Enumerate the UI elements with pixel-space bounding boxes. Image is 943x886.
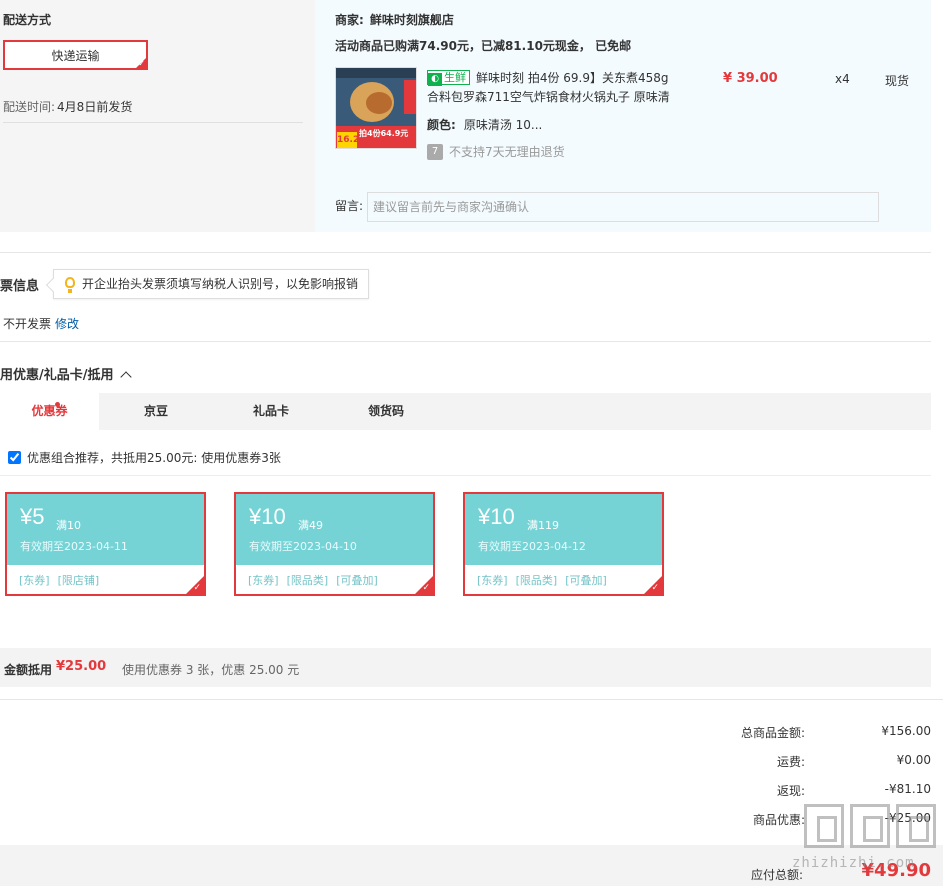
express-shipping-label: 快递运输 — [51, 48, 100, 63]
coupon-card[interactable]: ¥10 满119 有效期至2023-04-12 [东券] [限品类] [可叠加] ✓ — [463, 492, 664, 596]
coupon-tag: [东券] — [19, 574, 50, 587]
discount-summary-label: 金额抵用 — [4, 663, 53, 677]
product-image-text: 拍4份64.9元 — [359, 129, 409, 138]
lightbulb-icon — [65, 277, 75, 288]
merchant-label: 商家: — [335, 13, 364, 27]
shipping-time: 配送时间: 4月8日前发货 — [3, 98, 132, 115]
discount-tabs: 优惠券 京豆 礼品卡 领货码 — [0, 393, 931, 430]
promo-text: 活动商品已购满74.90元，已减81.10元现金， 已免邮 — [335, 39, 632, 53]
coupon-expiry: 有效期至2023-04-11 — [20, 540, 128, 553]
product-image-price: 16.2 — [337, 132, 359, 148]
combo-checkbox[interactable] — [8, 451, 21, 464]
remark-input[interactable] — [367, 192, 879, 222]
total-goods-label: 总商品金额: — [740, 726, 805, 740]
tab-coupons-label: 优惠券 — [31, 404, 68, 418]
check-icon: ✓ — [193, 583, 201, 593]
freight-value: ¥0.00 — [896, 753, 931, 767]
discount-section-toggle[interactable]: 用优惠/礼品卡/抵用 — [0, 364, 132, 383]
invoice-tip: 开企业抬头发票须填写纳税人识别号，以免影响报销 — [45, 269, 370, 299]
shipping-time-value: 4月8日前发货 — [57, 100, 133, 114]
tab-gift-card[interactable]: 礼品卡 — [244, 393, 298, 430]
coupon-card[interactable]: ¥10 满49 有效期至2023-04-10 [东券] [限品类] [可叠加] ✓ — [234, 492, 435, 596]
tab-jd-beans[interactable]: 京豆 — [130, 393, 182, 430]
color-label: 颜色: — [427, 118, 456, 132]
invoice-edit-link[interactable]: 修改 — [55, 317, 79, 331]
fresh-badge-label: 生鲜 — [444, 71, 466, 84]
product-title-block[interactable]: ◐ 生鲜 鲜味时刻 拍4份 69.9】关东煮458g合料包罗森711空气炸锅食材火锅… — [427, 69, 672, 107]
coupon-tag: [限品类] — [515, 574, 558, 587]
invoice-status-text: 不开发票 — [3, 317, 52, 331]
coupon-tag: [东券] — [477, 574, 508, 587]
product-price: ¥ 39.00 — [723, 71, 778, 86]
discount-title: 用优惠/礼品卡/抵用 — [0, 368, 114, 383]
product-color: 颜色: 原味清汤 10... — [427, 116, 542, 133]
coupon-tag: [限品类] — [286, 574, 329, 587]
coupon-tags: [东券] [限品类] [可叠加] — [477, 572, 615, 588]
tab-redeem-code[interactable]: 领货码 — [358, 393, 414, 430]
coupon-condition: 满119 — [527, 519, 559, 532]
coupon-combo-recommend[interactable]: 优惠组合推荐，共抵用25.00元: 使用优惠券3张 — [8, 449, 281, 466]
coupon-tags: [东券] [限店铺] — [19, 572, 107, 588]
check-icon: ✓ — [422, 583, 430, 593]
discount-summary-amount: ¥25.00 — [56, 659, 107, 674]
divider — [0, 341, 931, 342]
shipping-title: 配送方式 — [3, 13, 52, 27]
coupon-tag: [可叠加] — [565, 574, 607, 587]
express-shipping-option[interactable]: 快递运输 ✓ — [3, 40, 148, 70]
invoice-status: 不开发票 修改 — [3, 315, 79, 332]
merchant-name[interactable]: 鲜味时刻旗舰店 — [370, 13, 454, 27]
goods-discount-label: 商品优惠: — [752, 813, 805, 827]
check-icon: ✓ — [138, 59, 145, 68]
return-policy: 7 不支持7天无理由退货 — [427, 143, 565, 160]
merchant-panel: 商家: 鲜味时刻旗舰店 活动商品已购满74.90元，已减81.10元现金， 已免邮… — [315, 0, 931, 232]
coupon-expiry: 有效期至2023-04-12 — [478, 540, 586, 553]
total-goods-value: ¥156.00 — [881, 724, 931, 738]
goods-discount-value: -¥25.00 — [884, 811, 931, 825]
coupon-condition: 满10 — [56, 519, 81, 532]
coupon-tag: [限店铺] — [57, 574, 100, 587]
divider — [0, 699, 943, 700]
product-quantity: x4 — [835, 72, 850, 86]
product-image[interactable]: 16.2 拍4份64.9元 — [335, 67, 417, 149]
merchant-row: 商家: 鲜味时刻旗舰店 — [335, 11, 454, 28]
cashback-label: 返现: — [776, 784, 805, 798]
discount-summary-desc: 使用优惠券 3 张，优惠 25.00 元 — [122, 663, 300, 677]
freight-label: 运费: — [776, 755, 805, 769]
coupon-amount: ¥10 — [478, 504, 515, 529]
divider — [0, 475, 931, 476]
fish-icon: ◐ — [428, 73, 442, 86]
shipping-panel: 配送方式 快递运输 ✓ 配送时间: 4月8日前发货 — [0, 0, 315, 232]
invoice-tip-text: 开企业抬头发票须填写纳税人识别号，以免影响报销 — [82, 277, 359, 291]
payable-label: 应付总额: — [750, 868, 803, 882]
coupon-tags: [东券] [限品类] [可叠加] — [248, 572, 386, 588]
combo-text: 优惠组合推荐，共抵用25.00元: 使用优惠券3张 — [27, 451, 281, 465]
return-policy-text: 不支持7天无理由退货 — [449, 145, 565, 159]
invoice-title: 票信息 — [0, 279, 40, 294]
coupon-tag: [可叠加] — [336, 574, 378, 587]
no-return-icon: 7 — [427, 143, 443, 160]
tab-coupons[interactable]: 优惠券 — [0, 393, 99, 430]
stock-status: 现货 — [885, 74, 910, 88]
check-icon: ✓ — [651, 583, 659, 593]
color-value: 原味清汤 10... — [463, 118, 543, 132]
order-item-section: 配送方式 快递运输 ✓ 配送时间: 4月8日前发货 商家: 鲜味时刻旗舰店 活动商品… — [0, 0, 943, 232]
shipping-time-label: 配送时间: — [3, 100, 56, 114]
divider — [0, 252, 931, 253]
coupon-expiry: 有效期至2023-04-10 — [249, 540, 357, 553]
divider — [3, 122, 303, 123]
coupon-card[interactable]: ¥5 满10 有效期至2023-04-11 [东券] [限店铺] ✓ — [5, 492, 206, 596]
remark-label: 留言: — [335, 199, 364, 213]
coupon-amount: ¥10 — [249, 504, 286, 529]
fresh-badge: ◐ 生鲜 — [427, 70, 470, 86]
cashback-value: -¥81.10 — [884, 782, 931, 796]
payable-value: ¥49.90 — [861, 860, 931, 881]
notification-dot-icon — [55, 402, 60, 407]
coupon-tag: [东券] — [248, 574, 279, 587]
coupon-amount: ¥5 — [20, 504, 45, 529]
coupon-condition: 满49 — [298, 519, 323, 532]
chevron-up-icon — [119, 371, 132, 383]
